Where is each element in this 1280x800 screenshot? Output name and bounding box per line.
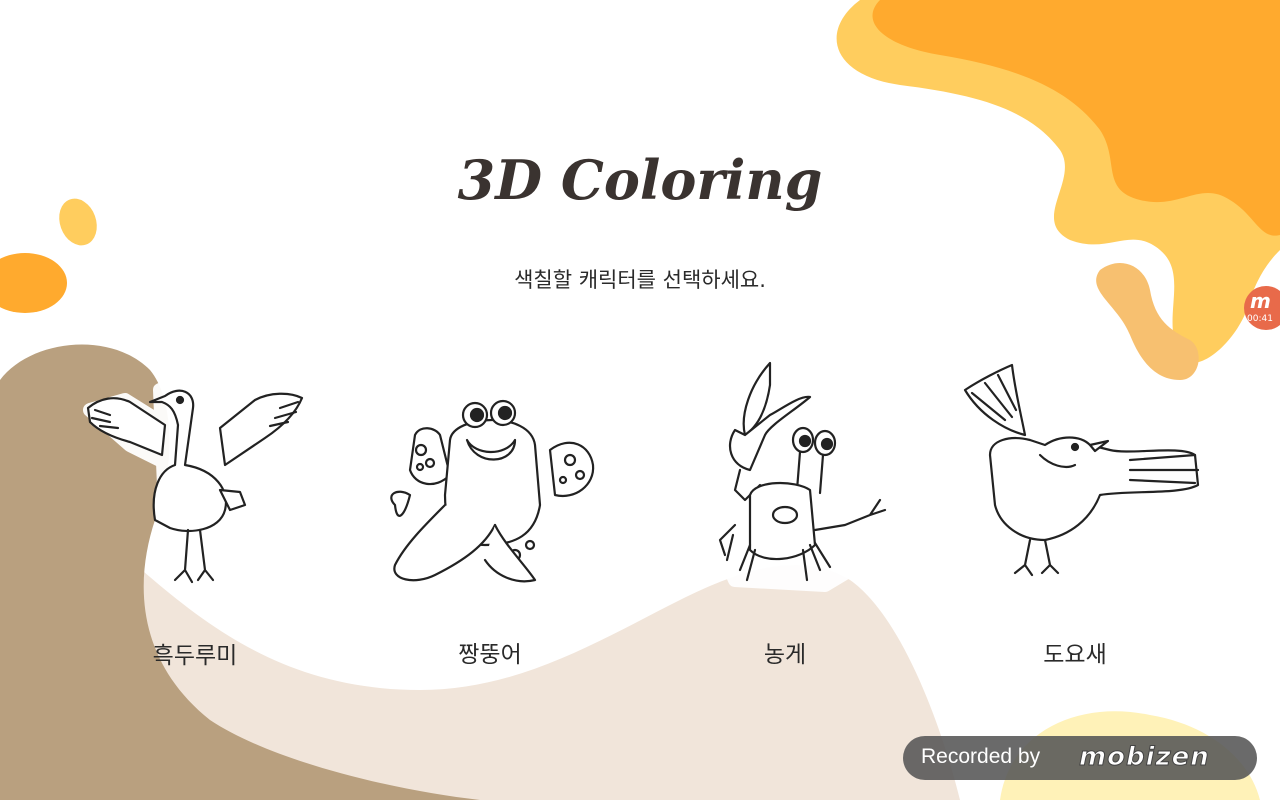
app-screen: 3D Coloring 색칠할 캐릭터를 선택하세요. 흑두루미 짱뚱어 농게 … bbox=[0, 0, 1280, 800]
character-card-mudskipper[interactable]: 짱뚱어 bbox=[375, 395, 605, 668]
crane-outline-icon bbox=[83, 379, 307, 584]
page-subtitle: 색칠할 캐릭터를 선택하세요. bbox=[514, 268, 766, 292]
recorder-logo-icon: m bbox=[1250, 289, 1271, 313]
character-label-crab: 농게 bbox=[763, 642, 807, 668]
recorder-badge[interactable]: m 00:41 bbox=[1244, 286, 1280, 330]
character-label-crane: 흑두루미 bbox=[152, 643, 238, 669]
character-label-mudskipper: 짱뚱어 bbox=[458, 642, 522, 668]
recorder-timer: 00:41 bbox=[1247, 314, 1273, 324]
character-label-sandpiper: 도요새 bbox=[1043, 642, 1107, 668]
character-card-crane[interactable]: 흑두루미 bbox=[70, 370, 320, 669]
crab-outline-icon bbox=[708, 358, 892, 592]
watermark-text: Recorded by bbox=[921, 745, 1041, 768]
mudskipper-outline-icon bbox=[375, 399, 602, 588]
watermark-brand-logo: mobizen bbox=[1079, 742, 1210, 773]
character-card-sandpiper[interactable]: 도요새 bbox=[950, 355, 1210, 668]
recorded-watermark: Recorded by mobizen bbox=[903, 736, 1257, 780]
app-title: 3D Coloring bbox=[457, 148, 823, 212]
sandpiper-outline-icon bbox=[953, 358, 1207, 577]
character-card-crab[interactable]: 농게 bbox=[705, 355, 905, 668]
